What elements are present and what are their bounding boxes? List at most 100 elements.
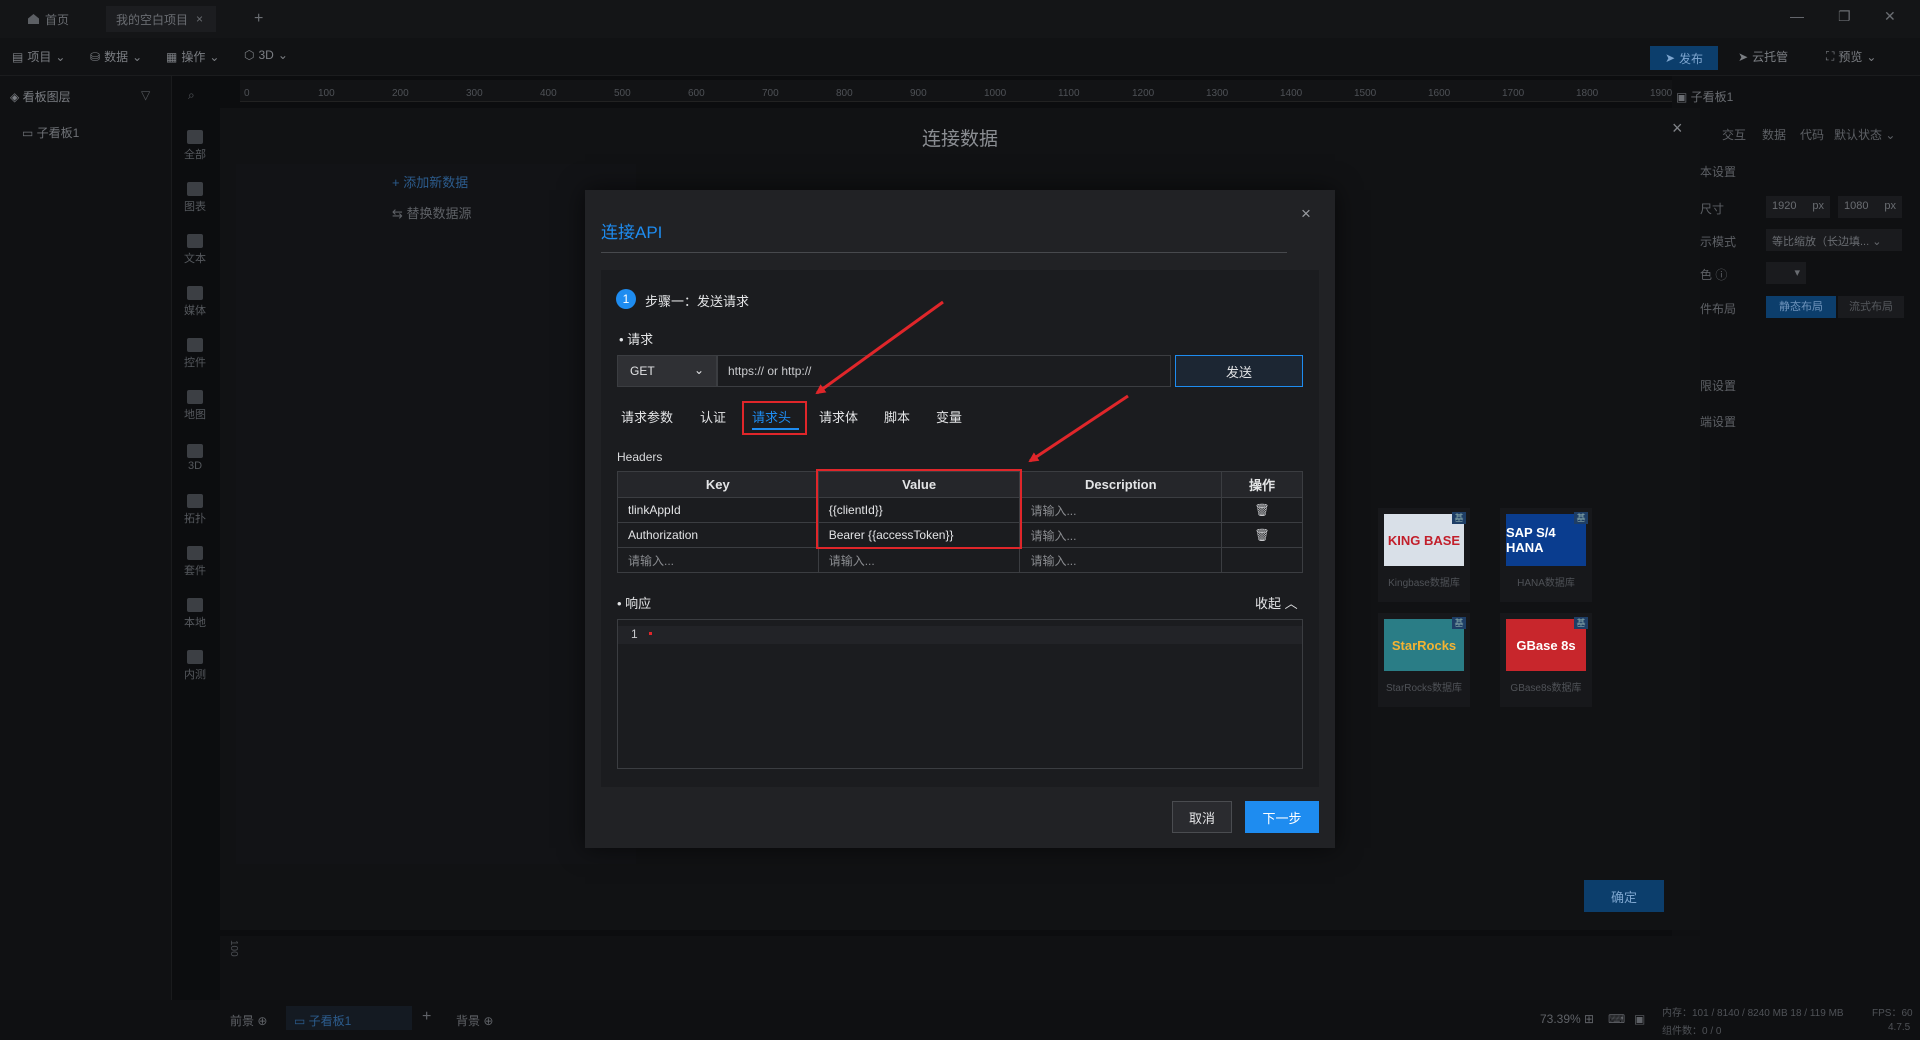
preview-button[interactable]: ⛶ 预览 ⌄ [1826,48,1876,65]
ruler-tick: 600 [688,88,705,99]
menu-project[interactable]: ▤ 项目 ⌄ [12,48,65,65]
confirm-button[interactable]: 确定 [1584,880,1664,912]
minimize-icon[interactable]: — [1790,8,1804,24]
tab-auth[interactable]: 认证 [700,407,726,426]
data-source-card[interactable]: GBase 8s 基 GBase8s数据库 [1500,613,1592,707]
response-label: 响应 [625,596,652,611]
filter-icon[interactable]: ▽ [141,88,150,102]
category-item[interactable]: 套件 [172,536,218,588]
method-select[interactable]: GET ⌄ [617,355,717,387]
chevron-down-icon: ⌄ [55,49,66,64]
description-cell[interactable]: 请输入... [1019,522,1223,548]
tab-variables[interactable]: 变量 [936,407,962,426]
tab-request-params[interactable]: 请求参数 [621,407,673,426]
data-source-card[interactable]: SAP S/4 HANA 基 HANA数据库 [1500,508,1592,602]
close-icon[interactable]: × [196,12,203,26]
publish-button[interactable]: ➤ 发布 [1650,46,1718,70]
replace-source-link[interactable]: ⇆ 替换数据源 [392,203,472,222]
category-item[interactable]: 全部 [172,120,218,172]
next-step-button[interactable]: 下一步 [1245,801,1319,833]
dialog-title: 连接API [601,223,663,242]
data-source-card[interactable]: KING BASE 基 Kingbase数据库 [1378,508,1470,602]
category-item[interactable]: 地图 [172,380,218,432]
keyboard-icon[interactable]: ⌨ [1608,1012,1625,1026]
menu-3d[interactable]: ⬡ 3D ⌄ [244,48,288,62]
menu-data[interactable]: ⛁ 数据 ⌄ [90,48,142,65]
url-input[interactable]: https:// or http:// [717,355,1171,387]
delete-icon[interactable]: 🗑 [1221,522,1303,548]
sub-board-label: 子看板1 [308,1014,352,1028]
version-label: 4.7.5 [1888,1022,1911,1033]
add-new-data-link[interactable]: + 添加新数据 [392,172,468,191]
width-input[interactable]: 1920 px [1766,196,1830,218]
tab-request-body[interactable]: 请求体 [819,407,858,426]
tab-code[interactable]: 代码 [1800,126,1824,143]
key-cell[interactable]: Authorization [617,522,819,548]
grid-icon[interactable]: ⊞ [1584,1012,1594,1026]
category-item[interactable]: 文本 [172,224,218,276]
zoom-level: 73.39% [1540,1012,1581,1026]
swap-icon: ⇆ [392,206,407,221]
key-cell[interactable]: 请输入... [617,547,819,573]
layout-flow-button[interactable]: 流式布局 [1838,296,1904,318]
ruler-tick: 700 [762,88,779,99]
ruler-tick: 800 [836,88,853,99]
front-layer-tab[interactable]: 前景 ⊕ [230,1012,267,1029]
layers-panel [0,76,172,1016]
cloud-button[interactable]: ➤ 云托管 [1738,48,1788,65]
close-icon[interactable]: × [1672,118,1683,139]
layers-icon: ◈ [10,90,23,104]
chevron-down-icon: ⌄ [209,49,220,64]
ruler-tick: 1600 [1428,88,1451,99]
restore-icon[interactable]: ❐ [1838,8,1851,25]
send-icon: ➤ [1664,51,1676,65]
category-item[interactable]: 3D [172,432,218,484]
monitor-icon: ▭ [22,126,37,140]
add-tab-button[interactable]: + [244,6,273,32]
color-label: 色 ⓘ [1700,268,1728,282]
section-row-a: 限设置 [1700,379,1737,393]
tab-script[interactable]: 脚本 [884,407,910,426]
layer-item[interactable]: ▭ 子看板1 [22,124,79,141]
collapse-toggle[interactable]: 收起 ︿ [1255,593,1298,612]
add-board-button[interactable]: + [422,1008,431,1026]
tab-project[interactable]: 我的空白项目 × [106,6,216,32]
state-select[interactable]: 默认状态 ⌄ [1834,126,1895,143]
width-value: 1920 [1772,200,1797,212]
description-cell[interactable]: 请输入... [1019,547,1223,573]
delete-icon[interactable]: 🗑 [1221,497,1303,523]
window-close-icon[interactable]: ✕ [1884,8,1896,25]
ruler-tick: 900 [910,88,927,99]
category-item[interactable]: 控件 [172,328,218,380]
expand-icon: ⛶ [1826,49,1835,63]
category-item[interactable]: 内测 [172,640,218,692]
request-section-label: • 请求 [619,332,654,347]
category-item[interactable]: 本地 [172,588,218,640]
menu-operate[interactable]: ▦ 操作 ⌄ [166,48,219,65]
category-item[interactable]: 媒体 [172,276,218,328]
search-icon[interactable]: ⌕ [188,88,195,103]
height-input[interactable]: 1080 px [1838,196,1902,218]
layout-static-button[interactable]: 静态布局 [1766,296,1836,318]
description-cell[interactable]: 请输入... [1019,497,1223,523]
data-source-card[interactable]: StarRocks 基 StarRocks数据库 [1378,613,1470,707]
cancel-button[interactable]: 取消 [1172,801,1232,833]
category-label: 图表 [184,201,206,213]
tab-home[interactable]: 首页 [18,6,79,32]
close-icon[interactable]: × [1301,204,1311,224]
terminal-icon[interactable]: ▣ [1634,1012,1645,1026]
color-picker[interactable]: ▾ [1766,262,1806,284]
display-select[interactable]: 等比缩放（长边填... ⌄ [1766,229,1902,251]
tab-data[interactable]: 数据 [1762,126,1786,143]
category-item[interactable]: 拓扑 [172,484,218,536]
sub-board-tab[interactable]: ▭ 子看板1 [286,1006,412,1030]
ruler-tick: 1900 [1650,88,1673,99]
tab-interaction[interactable]: 交互 [1722,126,1746,143]
request-label: 请求 [627,332,654,347]
back-layer-tab[interactable]: 背景 ⊕ [456,1012,493,1029]
value-cell[interactable]: 请输入... [817,547,1021,573]
key-cell[interactable]: tlinkAppId [617,497,819,523]
category-item[interactable]: 图表 [172,172,218,224]
ruler-tick: 1000 [984,88,1007,99]
send-button[interactable]: 发送 [1175,355,1303,387]
